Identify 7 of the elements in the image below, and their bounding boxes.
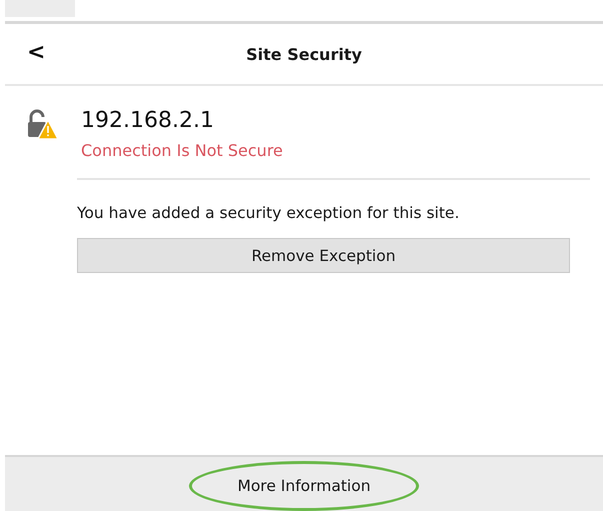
more-information-button[interactable]: More Information xyxy=(189,461,419,511)
connection-status: Connection Is Not Secure xyxy=(81,141,283,160)
back-button[interactable]: < xyxy=(23,40,50,65)
panel-title: Site Security xyxy=(246,44,362,64)
site-host: 192.168.2.1 xyxy=(81,108,215,133)
remove-exception-button[interactable]: Remove Exception xyxy=(77,238,570,273)
exception-message: You have added a security exception for this site. xyxy=(77,204,460,222)
